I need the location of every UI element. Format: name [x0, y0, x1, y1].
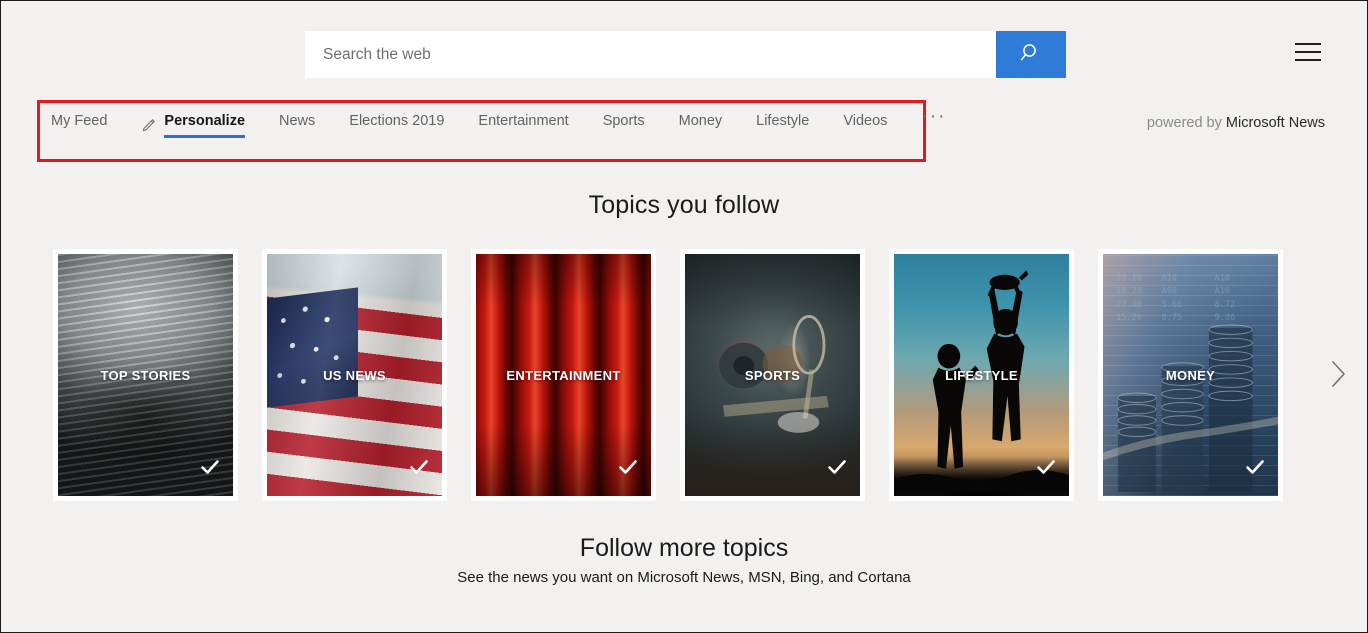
svg-text:8.75: 8.75 — [1162, 313, 1182, 323]
nav-tab-label: Videos — [843, 113, 888, 129]
followed-check-icon[interactable] — [827, 457, 847, 482]
topics-carousel: TOP STORIES US NEWS ENTERTAINMENT SPORTS… — [1, 249, 1367, 501]
topic-card-image: ENTERTAINMENT — [476, 254, 651, 496]
topic-card-image: 23.10 A10 A10 18.20 A90 A10 27.40 5.66 8.72 15… — [1103, 254, 1278, 496]
svg-text:18.20: 18.20 — [1116, 287, 1142, 297]
nav-tab-videos[interactable]: Videos — [843, 112, 887, 138]
topics-card-row: TOP STORIES US NEWS ENTERTAINMENT SPORTS… — [53, 249, 1283, 501]
topic-card-entertainment[interactable]: ENTERTAINMENT — [471, 249, 656, 501]
followed-check-icon[interactable] — [618, 457, 638, 482]
svg-text:A10: A10 — [1215, 287, 1230, 297]
topic-card-us-news[interactable]: US NEWS — [262, 249, 447, 501]
nav-tab-label: Elections 2019 — [349, 113, 445, 129]
topic-card-label: US NEWS — [323, 367, 386, 383]
svg-text:27.40: 27.40 — [1116, 300, 1142, 310]
search-icon — [1020, 42, 1042, 67]
follow-more-section: Follow more topics See the news you want… — [1, 533, 1367, 588]
hamburger-line — [1295, 59, 1321, 61]
topic-card-label: SPORTS — [744, 367, 801, 383]
search-button[interactable] — [996, 31, 1066, 78]
nav-tab-elections-2019[interactable]: Elections 2019 — [349, 112, 444, 138]
svg-text:A10: A10 — [1162, 273, 1177, 283]
hamburger-menu-icon[interactable] — [1295, 43, 1321, 61]
topic-card-image: SPORTS — [685, 254, 860, 496]
powered-by-brand: Microsoft News — [1225, 115, 1325, 131]
topic-card-label: TOP STORIES — [100, 367, 191, 383]
nav-tab-lifestyle[interactable]: Lifestyle — [756, 112, 809, 138]
topic-card-label: MONEY — [1165, 367, 1216, 383]
search-input[interactable] — [305, 31, 996, 78]
topic-card-label: LIFESTYLE — [945, 367, 1018, 383]
nav-tab-label: Personalize — [164, 112, 246, 138]
nav-tab-label: Entertainment — [478, 113, 569, 129]
nav-tab-entertainment[interactable]: Entertainment — [478, 112, 568, 138]
hamburger-line — [1295, 51, 1321, 53]
topic-card-image: LIFESTYLE — [894, 254, 1069, 496]
topic-card-sports[interactable]: SPORTS — [680, 249, 865, 501]
nav-tab-label: My Feed — [51, 113, 108, 129]
powered-by-prefix: powered by — [1146, 115, 1222, 131]
nav-tab-label: News — [279, 113, 316, 129]
svg-text:8.72: 8.72 — [1215, 300, 1235, 310]
nav-tabs: My Feed Personalize News Elections 2019 … — [51, 107, 980, 146]
carousel-next-button[interactable] — [1327, 357, 1349, 391]
svg-text:A10: A10 — [1215, 273, 1230, 283]
topic-card-top-stories[interactable]: TOP STORIES — [53, 249, 238, 501]
topic-card-label: ENTERTAINMENT — [506, 367, 621, 383]
followed-check-icon[interactable] — [1245, 457, 1265, 482]
topic-card-money[interactable]: 23.10 A10 A10 18.20 A90 A10 27.40 5.66 8.72 15… — [1098, 249, 1283, 501]
nav-tab-sports[interactable]: Sports — [603, 112, 645, 138]
topics-section-title: Topics you follow — [588, 191, 780, 219]
page-header — [1, 1, 1367, 96]
topic-card-lifestyle[interactable]: LIFESTYLE — [889, 249, 1074, 501]
powered-by-label: powered by Microsoft News — [1147, 114, 1325, 132]
follow-more-subtitle: See the news you want on Microsoft News,… — [457, 569, 911, 586]
nav-overflow-button[interactable]: ··· — [921, 106, 947, 134]
svg-text:5.66: 5.66 — [1162, 300, 1182, 310]
follow-more-title: Follow more topics — [579, 534, 789, 562]
svg-text:23.10: 23.10 — [1116, 273, 1142, 283]
followed-check-icon[interactable] — [409, 457, 429, 482]
nav-tab-personalize[interactable]: Personalize — [141, 112, 246, 146]
chevron-right-icon — [1327, 361, 1349, 395]
nav-tab-label: Sports — [602, 113, 645, 129]
svg-text:A90: A90 — [1162, 287, 1177, 297]
nav-tab-news[interactable]: News — [279, 112, 315, 138]
followed-check-icon[interactable] — [200, 457, 220, 482]
nav-tab-label: Lifestyle — [756, 113, 810, 129]
pencil-icon — [141, 118, 156, 133]
followed-check-icon[interactable] — [1036, 457, 1056, 482]
svg-text:9.86: 9.86 — [1215, 313, 1235, 323]
nav-tab-money[interactable]: Money — [679, 112, 723, 138]
nav-overflow-label: ··· — [921, 106, 947, 127]
svg-text:15.20: 15.20 — [1116, 313, 1142, 323]
hamburger-line — [1295, 43, 1321, 45]
navigation-region: My Feed Personalize News Elections 2019 … — [1, 96, 1367, 164]
nav-tab-my-feed[interactable]: My Feed — [51, 112, 107, 138]
topic-card-image: US NEWS — [267, 254, 442, 496]
search-bar — [305, 31, 1066, 78]
topic-card-image: TOP STORIES — [58, 254, 233, 496]
nav-tab-label: Money — [678, 113, 723, 129]
